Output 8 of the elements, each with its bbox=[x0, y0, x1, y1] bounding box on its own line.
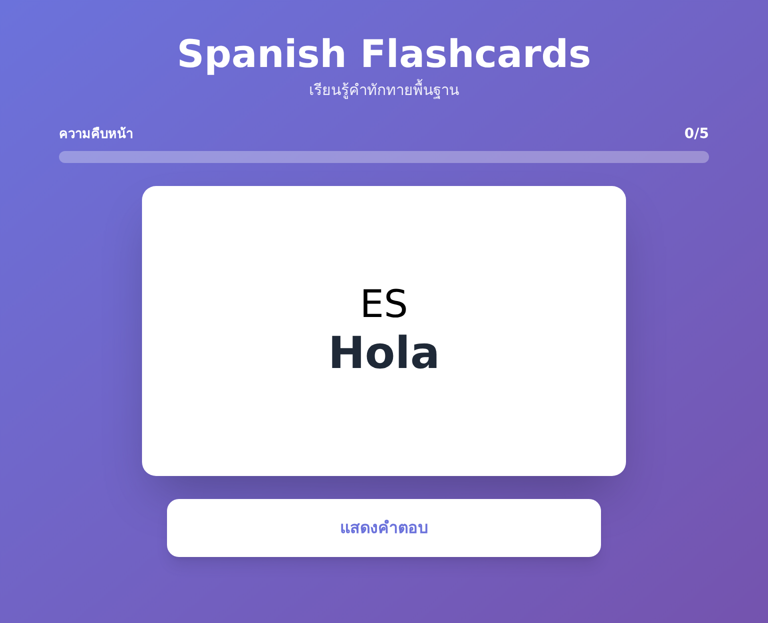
progress-count: 0/5 bbox=[684, 125, 709, 144]
flashcard-word: Hola bbox=[328, 327, 440, 381]
app-subtitle: เรียนรู้คำทักทายพื้นฐาน bbox=[309, 80, 459, 100]
flashcard[interactable]: ES Hola bbox=[142, 186, 626, 476]
app-title: Spanish Flashcards bbox=[176, 31, 592, 78]
progress-label: ความคืบหน้า bbox=[59, 126, 133, 144]
show-answer-button[interactable]: แสดงคำตอบ bbox=[167, 499, 601, 557]
language-code: ES bbox=[360, 281, 408, 327]
